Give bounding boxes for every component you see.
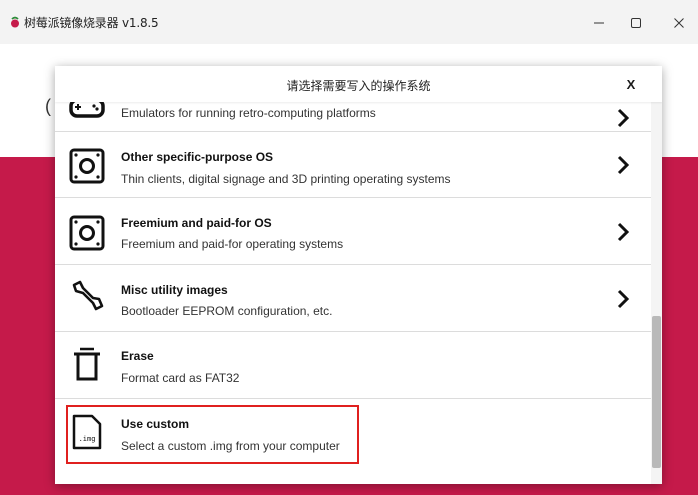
minimize-button[interactable] <box>584 10 614 36</box>
os-item-description: Bootloader EEPROM configuration, etc. <box>121 304 333 318</box>
chevron-right-icon <box>617 289 630 309</box>
os-list-item-erase[interactable]: Erase Format card as FAT32 <box>55 333 651 399</box>
os-item-description: Thin clients, digital signage and 3D pri… <box>121 172 451 186</box>
os-item-name: Other specific-purpose OS <box>121 150 274 164</box>
scrollbar-thumb[interactable] <box>652 316 661 468</box>
os-list[interactable]: Emulators for running retro-computing pl… <box>55 66 651 484</box>
os-item-description: Format card as FAT32 <box>121 371 240 385</box>
os-item-description: Freemium and paid-for operating systems <box>121 237 344 251</box>
os-list-item-specific-purpose[interactable]: Other specific-purpose OS Thin clients, … <box>55 132 651 198</box>
os-item-name: Freemium and paid-for OS <box>121 216 272 230</box>
background-text-fragment: ( <box>45 96 51 116</box>
chevron-right-icon <box>617 108 630 128</box>
os-list-item-misc-utility[interactable]: Misc utility images Bootloader EEPROM co… <box>55 266 651 332</box>
board-icon <box>69 215 105 251</box>
os-item-name: Misc utility images <box>121 283 228 297</box>
trash-icon <box>74 347 100 381</box>
dialog-title: 请选择需要写入的操作系统 <box>286 79 431 93</box>
os-select-dialog: Emulators for running retro-computing pl… <box>55 66 662 484</box>
img-file-icon: .img <box>72 414 102 450</box>
chevron-right-icon <box>617 155 630 175</box>
os-item-name: Use custom <box>121 417 190 431</box>
img-file-icon-label: .img <box>79 435 96 443</box>
window-title: 树莓派镜像烧录器 v1.8.5 <box>24 16 159 30</box>
maximize-button[interactable] <box>621 10 651 36</box>
chevron-right-icon <box>617 222 630 242</box>
os-list-item-use-custom[interactable]: .img Use custom Select a custom .img fro… <box>55 400 651 466</box>
dialog-header: 请选择需要写入的操作系统 X <box>55 66 662 102</box>
os-item-name: Erase <box>121 349 154 363</box>
raspberry-icon <box>11 16 19 28</box>
maximize-icon <box>631 18 641 28</box>
os-item-description: Select a custom .img from your computer <box>121 439 340 453</box>
close-icon <box>674 18 684 28</box>
close-window-button[interactable] <box>664 10 694 36</box>
os-item-description: Emulators for running retro-computing pl… <box>121 106 376 120</box>
minimize-icon <box>594 22 604 24</box>
dialog-close-button[interactable]: X <box>621 75 641 95</box>
board-icon <box>69 148 105 184</box>
window-titlebar: 树莓派镜像烧录器 v1.8.5 <box>0 0 698 44</box>
os-list-item-freemium[interactable]: Freemium and paid-for OS Freemium and pa… <box>55 199 651 265</box>
wrench-icon <box>72 280 104 311</box>
